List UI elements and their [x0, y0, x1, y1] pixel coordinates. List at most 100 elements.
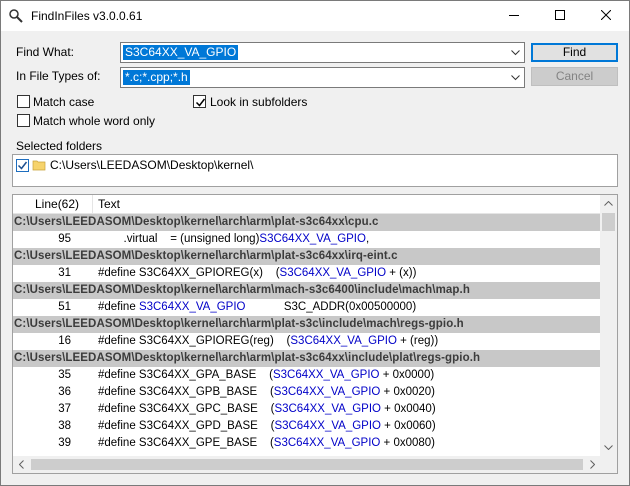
result-text-suffix: + 0x0040) [380, 403, 436, 415]
scroll-left-icon[interactable] [13, 456, 30, 473]
result-text-suffix: S3C_ADDR(0x00500000) [245, 301, 417, 313]
file-group-row[interactable]: C:\Users\LEEDASOM\Desktop\kernel\arch\ar… [13, 282, 601, 299]
magnifier-icon [8, 8, 24, 24]
folder-path: C:\Users\LEEDASOM\Desktop\kernel\ [50, 158, 254, 172]
result-line-number: 95 [58, 233, 71, 245]
result-row[interactable]: 37 #define S3C64XX_GPC_BASE (S3C64XX_VA_G… [13, 401, 601, 418]
minimize-button[interactable] [491, 1, 537, 31]
result-text-suffix: + (x)) [386, 267, 417, 279]
file-types-combo[interactable]: *.c;*.cpp;*.h [120, 67, 525, 88]
match-whole-word-label: Match whole word only [33, 114, 156, 128]
maximize-icon [555, 9, 565, 23]
chevron-down-icon[interactable] [507, 43, 524, 62]
result-text: #define S3C64XX_VA_GPIO S3C_ADDR(0x00500… [98, 299, 416, 316]
result-line-number: 35 [58, 369, 71, 381]
title-bar[interactable]: FindInFiles v3.0.0.61 [1, 1, 629, 31]
window-title: FindInFiles v3.0.0.61 [31, 9, 143, 23]
match-whole-word-checkbox[interactable] [17, 114, 30, 127]
result-row[interactable]: 51 #define S3C64XX_VA_GPIO S3C_ADDR(0x005… [13, 299, 601, 316]
result-match: S3C64XX_VA_GPIO [272, 369, 380, 381]
result-text-prefix: .virtual = (unsigned long) [98, 233, 260, 245]
findinfiles-window: FindInFiles v3.0.0.61 Find What: S3C64XX… [0, 0, 630, 486]
result-text-prefix: #define S3C64XX_GPIOREG(reg) ( [98, 335, 291, 347]
result-text-suffix: + 0x0000) [379, 369, 435, 381]
maximize-button[interactable] [537, 1, 583, 31]
result-match: S3C64XX_VA_GPIO [259, 233, 366, 245]
vertical-scroll-thumb[interactable] [602, 213, 615, 231]
selected-folders-label: Selected folders [16, 139, 103, 153]
result-text: #define S3C64XX_GPIOREG(x) (S3C64XX_VA_G… [98, 265, 416, 282]
folder-checkbox[interactable] [16, 159, 29, 172]
horizontal-scrollbar[interactable] [13, 456, 601, 473]
find-what-value[interactable]: S3C64XX_VA_GPIO [123, 45, 239, 60]
result-line-number: 51 [58, 301, 71, 313]
result-line-number: 38 [58, 420, 71, 432]
result-text-prefix: #define S3C64XX_GPE_BASE ( [98, 437, 274, 449]
column-header-line[interactable]: Line(62) [13, 195, 93, 214]
result-row[interactable]: 95 .virtual = (unsigned long)S3C64XX_VA_… [13, 231, 601, 248]
result-text: #define S3C64XX_GPA_BASE (S3C64XX_VA_GPI… [98, 367, 434, 384]
result-text-prefix: #define [98, 301, 139, 313]
match-case-label: Match case [33, 95, 95, 109]
result-row[interactable]: 38 #define S3C64XX_GPD_BASE (S3C64XX_VA_G… [13, 418, 601, 435]
result-text-prefix: #define S3C64XX_GPB_BASE ( [98, 386, 274, 398]
result-text-suffix: + (reg)) [396, 335, 439, 347]
file-group-row[interactable]: C:\Users\LEEDASOM\Desktop\kernel\arch\ar… [13, 350, 601, 367]
result-text: #define S3C64XX_GPC_BASE (S3C64XX_VA_GPI… [98, 401, 436, 418]
close-icon [600, 9, 612, 23]
result-row[interactable]: 39 #define S3C64XX_GPE_BASE (S3C64XX_VA_G… [13, 435, 601, 452]
result-text: #define S3C64XX_GPIOREG(reg) (S3C64XX_VA… [98, 333, 438, 350]
file-types-value[interactable]: *.c;*.cpp;*.h [123, 70, 190, 85]
folder-icon [32, 158, 46, 172]
result-text-suffix: + 0x0080) [380, 437, 436, 449]
result-row[interactable]: 35 #define S3C64XX_GPA_BASE (S3C64XX_VA_G… [13, 367, 601, 384]
result-line-number: 39 [58, 437, 71, 449]
result-line-number: 37 [58, 403, 71, 415]
match-case-checkbox[interactable] [17, 95, 30, 108]
file-group-row[interactable]: C:\Users\LEEDASOM\Desktop\kernel\arch\ar… [13, 316, 601, 333]
results-header: Line(62) Text [13, 195, 617, 214]
close-button[interactable] [583, 1, 629, 31]
find-button[interactable]: Find [531, 43, 618, 62]
scroll-up-icon[interactable] [600, 195, 617, 212]
results-list[interactable]: Line(62) Text C:\Users\LEEDASOM\Desktop\… [12, 194, 618, 474]
result-text: #define S3C64XX_GPD_BASE (S3C64XX_VA_GPI… [98, 418, 436, 435]
vertical-scrollbar[interactable] [600, 195, 617, 473]
file-types-label: In File Types of: [16, 69, 101, 83]
find-what-combo[interactable]: S3C64XX_VA_GPIO [120, 42, 525, 63]
cancel-button[interactable]: Cancel [531, 67, 618, 86]
result-line-number: 36 [58, 386, 71, 398]
result-text: .virtual = (unsigned long)S3C64XX_VA_GPI… [98, 231, 370, 248]
result-line-number: 16 [58, 335, 71, 347]
result-row[interactable]: 36 #define S3C64XX_GPB_BASE (S3C64XX_VA_G… [13, 384, 601, 401]
look-in-subfolders-checkbox[interactable] [193, 95, 206, 108]
result-text-suffix: , [365, 233, 370, 245]
result-text-prefix: #define S3C64XX_GPD_BASE ( [98, 420, 275, 432]
checkmark-icon [195, 98, 206, 107]
result-line-number: 31 [58, 267, 71, 279]
result-row[interactable]: 16 #define S3C64XX_GPIOREG(reg) (S3C64XX_… [13, 333, 601, 350]
scroll-corner [600, 456, 617, 473]
find-what-label: Find What: [16, 45, 75, 59]
result-match: S3C64XX_VA_GPIO [138, 301, 246, 313]
file-group-row[interactable]: C:\Users\LEEDASOM\Desktop\kernel\arch\ar… [13, 248, 601, 265]
result-text-prefix: #define S3C64XX_GPIOREG(x) ( [98, 267, 280, 279]
result-row[interactable]: 31 #define S3C64XX_GPIOREG(x) (S3C64XX_VA… [13, 265, 601, 282]
result-text: #define S3C64XX_GPE_BASE (S3C64XX_VA_GPI… [98, 435, 435, 452]
chevron-down-icon[interactable] [507, 68, 524, 87]
result-text-prefix: #define S3C64XX_GPA_BASE ( [98, 369, 273, 381]
result-match: S3C64XX_VA_GPIO [273, 437, 381, 449]
result-text-suffix: + 0x0020) [380, 386, 436, 398]
horizontal-scroll-thumb[interactable] [31, 459, 583, 470]
column-header-text[interactable]: Text [98, 195, 120, 214]
result-text: #define S3C64XX_GPB_BASE (S3C64XX_VA_GPI… [98, 384, 435, 401]
result-match: S3C64XX_VA_GPIO [274, 403, 381, 415]
scroll-right-icon[interactable] [584, 456, 601, 473]
result-match: S3C64XX_VA_GPIO [274, 420, 381, 432]
minimize-icon [509, 9, 519, 23]
results-rows: C:\Users\LEEDASOM\Desktop\kernel\arch\ar… [13, 214, 601, 452]
file-group-row[interactable]: C:\Users\LEEDASOM\Desktop\kernel\arch\ar… [13, 214, 601, 231]
result-text-prefix: #define S3C64XX_GPC_BASE ( [98, 403, 275, 415]
selected-folders-list[interactable]: C:\Users\LEEDASOM\Desktop\kernel\ [12, 154, 618, 187]
scroll-down-icon[interactable] [600, 439, 617, 456]
